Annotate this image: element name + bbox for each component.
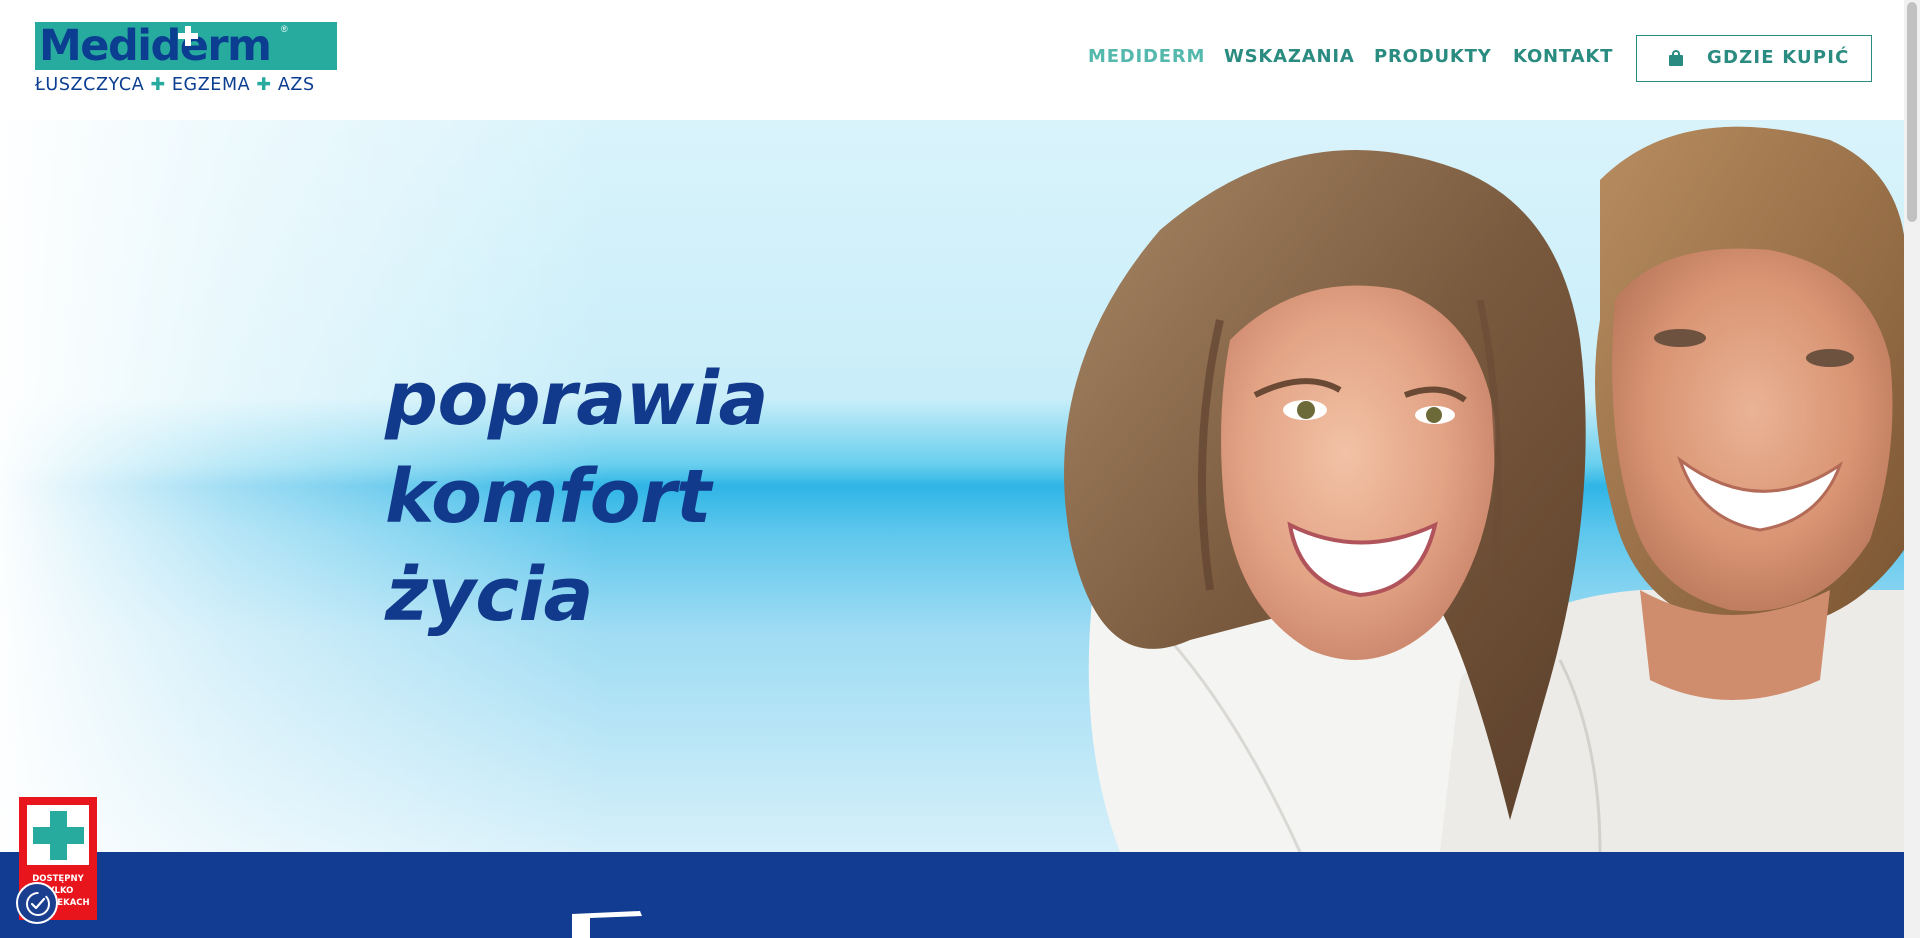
shopping-bag-icon (1669, 50, 1683, 66)
logo-cross-icon (178, 26, 198, 46)
where-to-buy-button[interactable]: GDZIE KUPIĆ (1636, 35, 1872, 82)
logo-box: Mediderm ® (35, 22, 337, 70)
hero-banner: poprawia komfort życia (0, 120, 1904, 852)
hero-headline: poprawia komfort życia (385, 350, 768, 644)
nav-item-produkty[interactable]: PRODUKTY (1374, 46, 1492, 67)
accessibility-button[interactable] (16, 882, 58, 924)
scrollbar-thumb[interactable] (1907, 2, 1917, 222)
headline-line: komfort (385, 454, 711, 540)
hero-couple-photo (1064, 126, 1904, 852)
mediderm-logo[interactable]: Mediderm ® ŁUSZCZYCA ✚ EGZEMA ✚ AZS (35, 22, 337, 95)
site-header: Mediderm ® ŁUSZCZYCA ✚ EGZEMA ✚ AZS MEDI… (0, 0, 1904, 120)
tagline-azs: AZS (277, 75, 315, 95)
tagline-plus-icon: ✚ (150, 75, 166, 95)
headline-line: poprawia (385, 356, 768, 442)
headline-line: życia (385, 552, 593, 638)
where-to-buy-label: GDZIE KUPIĆ (1707, 47, 1850, 68)
tagline-plus-icon: ✚ (256, 75, 272, 95)
tagline-psoriasis: ŁUSZCZYCA (35, 75, 145, 95)
nav-item-kontakt[interactable]: KONTAKT (1513, 46, 1613, 67)
pharmacy-cross-icon (27, 805, 89, 865)
nav-item-mediderm[interactable]: MEDIDERM (1088, 46, 1205, 67)
tagline-eczema: EGZEMA (171, 75, 251, 95)
product-pump-bottle-image (572, 911, 642, 938)
accessibility-icon (26, 892, 50, 916)
logo-registered-mark: ® (281, 24, 288, 34)
logo-tagline: ŁUSZCZYCA ✚ EGZEMA ✚ AZS (35, 75, 345, 95)
logo-word: Mediderm (39, 21, 272, 71)
nav-item-wskazania[interactable]: WSKAZANIA (1224, 46, 1355, 67)
page-scrollbar[interactable] (1904, 0, 1920, 938)
products-band (0, 852, 1904, 938)
